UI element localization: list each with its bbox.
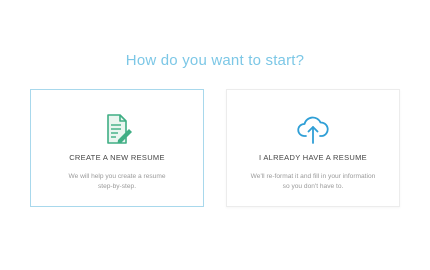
document-edit-icon <box>100 113 134 145</box>
description-line: step-by-step. <box>97 182 137 190</box>
option-description: We will help you create a resume step-by… <box>42 172 192 191</box>
create-new-resume-card[interactable]: CREATE A NEW RESUME We will help you cre… <box>30 89 204 207</box>
already-have-resume-card[interactable]: I ALREADY HAVE A RESUME We'll re-format … <box>226 89 400 207</box>
description-line: so you don't have to. <box>282 182 344 190</box>
option-description: We'll re-format it and fill in your info… <box>238 172 388 191</box>
cloud-upload-icon <box>296 113 330 145</box>
page-title: How do you want to start? <box>125 52 305 69</box>
option-title: CREATE A NEW RESUME <box>69 153 165 162</box>
option-title: I ALREADY HAVE A RESUME <box>259 153 367 162</box>
description-line: We will help you create a resume <box>68 173 166 180</box>
description-line: We'll re-format it and fill in your info… <box>250 173 376 180</box>
